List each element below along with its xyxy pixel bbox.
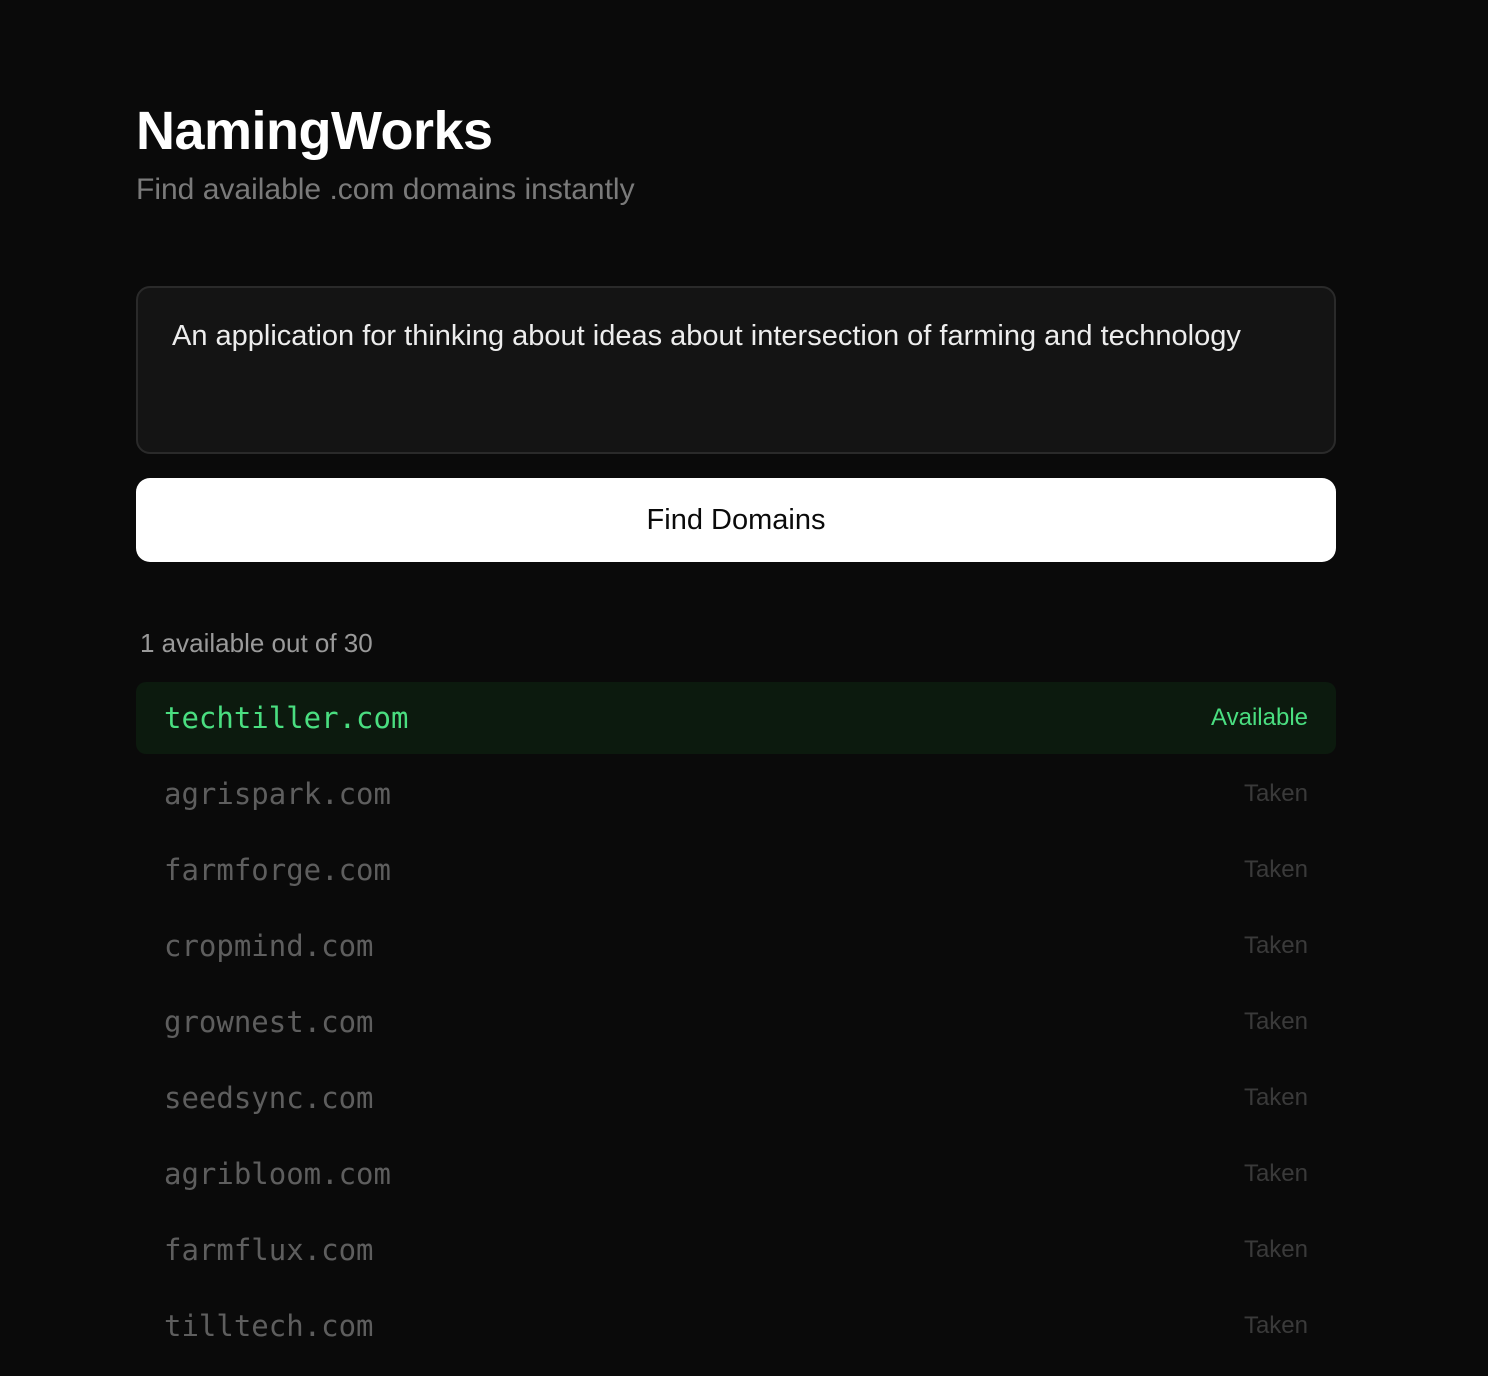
results-summary: 1 available out of 30 [140,628,373,658]
app-subtitle: Find available .com domains instantly [136,173,635,206]
status-badge: Taken [1243,1160,1308,1187]
result-row[interactable]: techtiller.com Available [136,682,1336,754]
domain-name: farmflux.com [164,1233,374,1267]
status-badge: Taken [1243,1008,1308,1035]
result-row[interactable]: cropmind.com Taken [136,910,1336,982]
result-row[interactable]: grownest.com Taken [136,986,1336,1058]
results-list: techtiller.com Available agrispark.com T… [136,682,1336,1366]
status-badge: Taken [1243,1312,1308,1339]
result-row[interactable]: tilltech.com Taken [136,1290,1336,1362]
result-row[interactable]: agribloom.com Taken [136,1138,1336,1210]
domain-name: agrispark.com [164,777,391,811]
domain-name: farmforge.com [164,853,391,887]
domain-name: cropmind.com [164,929,374,963]
status-badge: Taken [1243,780,1308,807]
domain-name: grownest.com [164,1005,374,1039]
find-domains-button[interactable]: Find Domains [136,478,1336,562]
status-badge: Taken [1243,1236,1308,1263]
result-row[interactable]: farmforge.com Taken [136,834,1336,906]
app-title: NamingWorks [136,101,493,161]
result-row[interactable]: agrispark.com Taken [136,758,1336,830]
status-badge: Taken [1243,856,1308,883]
domain-name: seedsync.com [164,1081,374,1115]
result-row[interactable]: seedsync.com Taken [136,1062,1336,1134]
status-badge: Available [1211,704,1308,731]
domain-name: techtiller.com [164,701,409,735]
description-input[interactable]: An application for thinking about ideas … [136,286,1336,454]
result-row[interactable]: farmflux.com Taken [136,1214,1336,1286]
status-badge: Taken [1243,932,1308,959]
domain-name: tilltech.com [164,1309,374,1343]
domain-name: agribloom.com [164,1157,391,1191]
status-badge: Taken [1243,1084,1308,1111]
